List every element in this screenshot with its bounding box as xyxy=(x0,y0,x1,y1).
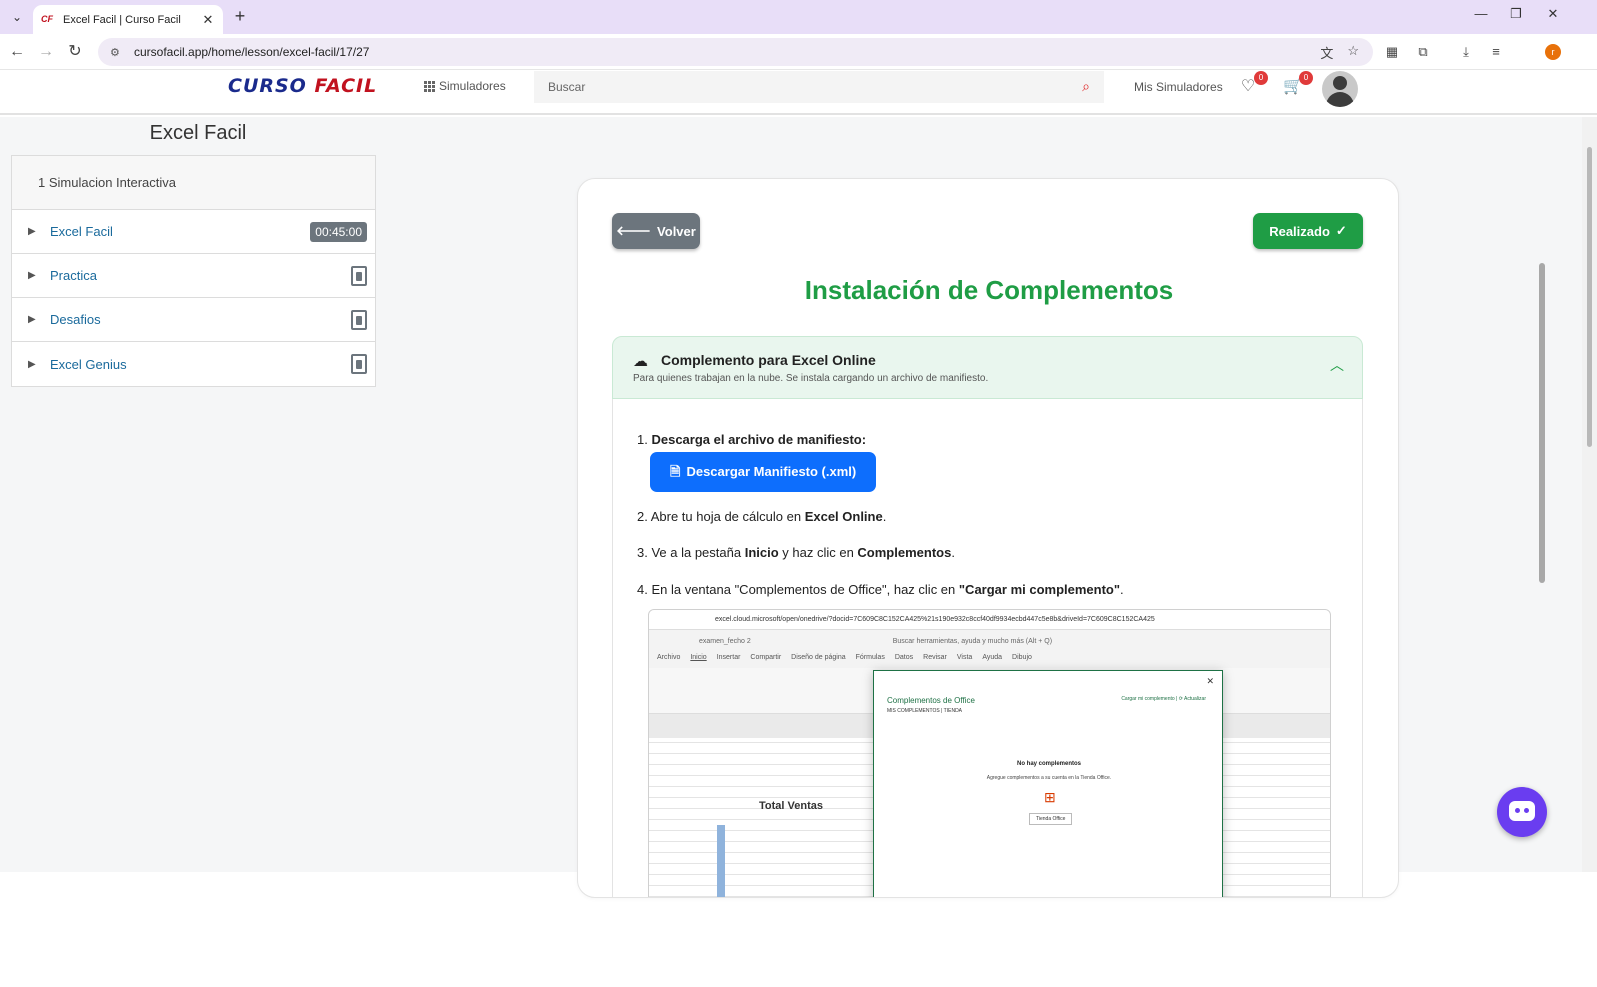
check-icon: ✓ xyxy=(1335,223,1347,238)
tab-title: Excel Facil | Curso Facil xyxy=(63,13,181,26)
screenshot-chart-bar xyxy=(717,825,725,897)
reload-icon[interactable]: ↻ xyxy=(64,41,86,63)
steps-list: 1. Descarga el archivo de manifiesto: 🗎 … xyxy=(637,431,1124,614)
step-3: 3. Ve a la pestaña Inicio y haz clic en … xyxy=(637,545,955,561)
heart-icon[interactable]: ♡ 0 xyxy=(1236,71,1268,100)
download-icon[interactable]: ⤓ xyxy=(1456,42,1476,62)
favicon-icon: CF xyxy=(41,13,53,24)
sidebar-item-practica[interactable]: ▶ Practica xyxy=(12,254,375,298)
accordion-subtitle: Para quienes trabajan en la nube. Se ins… xyxy=(633,373,989,384)
sidebar-item-label: Practica xyxy=(50,268,97,283)
lesson-sidebar: 1 Simulacion Interactiva ▶ Excel Facil 0… xyxy=(11,155,376,387)
file-icon: 🗎 xyxy=(670,464,681,480)
sidebar-item-excel-facil[interactable]: ▶ Excel Facil 00:45:00 xyxy=(12,210,375,254)
realizado-button[interactable]: Realizado ✓ xyxy=(1253,213,1363,249)
qr-code-icon[interactable]: ▦ xyxy=(1382,42,1402,62)
translate-icon[interactable]: 文 xyxy=(1320,43,1333,62)
caret-right-icon: ▶ xyxy=(28,270,36,281)
mis-simuladores-link[interactable]: Mis Simuladores xyxy=(1134,80,1223,94)
close-icon: ✕ xyxy=(1206,676,1214,686)
tab-close-icon[interactable]: ✕ xyxy=(201,12,215,28)
caret-right-icon: ▶ xyxy=(28,226,36,237)
new-tab-button[interactable]: + xyxy=(230,6,250,26)
store-icon: ⊞ xyxy=(1044,789,1056,805)
url-text: cursofacil.app/home/lesson/excel-facil/1… xyxy=(134,45,370,59)
step-4: 4. En la ventana "Complementos de Office… xyxy=(637,581,1124,597)
volver-button[interactable]: 🡐 Volver xyxy=(612,213,700,249)
tutorial-screenshot: excel.cloud.microsoft/open/onedrive/?doc… xyxy=(648,609,1331,897)
step-2: 2. Abre tu hoja de cálculo en Excel Onli… xyxy=(637,509,887,525)
document-icon xyxy=(351,309,367,330)
user-avatar[interactable] xyxy=(1322,71,1358,107)
chevron-up-icon[interactable]: ︿ xyxy=(1330,355,1344,375)
step-1: 1. Descarga el archivo de manifiesto: xyxy=(637,432,867,447)
search-icon[interactable]: ⌕ xyxy=(1082,78,1090,95)
document-icon xyxy=(351,354,367,374)
document-icon xyxy=(351,265,367,286)
search-placeholder: Buscar xyxy=(548,80,586,94)
accordion-header[interactable]: ☁ Complemento para Excel Online Para qui… xyxy=(612,336,1363,399)
browser-tab[interactable]: CF Excel Facil | Curso Facil ✕ xyxy=(33,5,223,34)
back-arrow-icon[interactable]: ← xyxy=(6,41,28,63)
browser-toolbar: ← → ↻ ⚙ cursofacil.app/home/lesson/excel… xyxy=(0,34,1597,70)
caret-right-icon: ▶ xyxy=(28,314,36,325)
page-body: Excel Facil 1 Simulacion Interactiva ▶ E… xyxy=(0,117,1597,898)
window-close-icon[interactable]: ✕ xyxy=(1538,6,1568,26)
sidebar-item-excel-genius[interactable]: ▶ Excel Genius xyxy=(12,342,375,386)
browser-tabstrip: ⌄ CF Excel Facil | Curso Facil ✕ + — ❐ ✕ xyxy=(0,0,1597,34)
page-scrollbar[interactable] xyxy=(1582,117,1597,872)
cloud-icon: ☁ xyxy=(633,353,648,370)
extensions-icon[interactable]: ⧉ xyxy=(1413,42,1433,62)
course-title: Excel Facil xyxy=(149,122,247,144)
sidebar-item-label: Desafios xyxy=(50,312,101,327)
profile-avatar[interactable]: r xyxy=(1545,44,1561,60)
lesson-card: 🡐 Volver Realizado ✓ Instalación de Comp… xyxy=(577,178,1399,898)
arrow-left-icon: 🡐 xyxy=(616,223,652,238)
content-scrollbar[interactable] xyxy=(1536,247,1548,987)
site-info-icon[interactable]: ⚙ xyxy=(110,46,124,59)
chatbot-button[interactable] xyxy=(1497,787,1547,837)
screenshot-appbar: examen_fecho 2 Buscar herramientas, ayud… xyxy=(649,630,1330,654)
site-logo[interactable]: CURSO FACIL xyxy=(228,75,377,97)
screenshot-ribbon-tabs: Archivo Inicio Insertar Compartir Diseño de … xyxy=(649,654,1330,668)
simuladores-link[interactable]: Simuladores xyxy=(424,79,506,93)
sidebar-item-label: Excel Genius xyxy=(50,356,127,372)
site-header: CURSO FACIL Simuladores Buscar ⌕ Mis Sim… xyxy=(0,71,1597,115)
cart-icon[interactable]: 🛒 0 xyxy=(1281,71,1313,100)
tab-list-chevron-icon[interactable]: ⌄ xyxy=(6,7,28,27)
grid-icon xyxy=(424,80,435,92)
forward-arrow-icon[interactable]: → xyxy=(35,41,57,63)
cart-badge: 0 xyxy=(1299,71,1313,85)
page-title: Instalación de Complementos xyxy=(804,275,1174,305)
accordion-title: Complemento para Excel Online xyxy=(661,352,876,368)
section-header[interactable]: 1 Simulacion Interactiva xyxy=(12,156,375,210)
media-control-icon[interactable]: ≡ xyxy=(1486,42,1506,62)
screenshot-office-dialog: ✕ Complementos de Office MIS COMPLEMENTO… xyxy=(873,670,1223,897)
download-manifest-button[interactable]: 🗎 Descargar Manifiesto (.xml) xyxy=(650,452,877,493)
restore-icon[interactable]: ❐ xyxy=(1501,6,1531,26)
screenshot-chart-title: Total Ventas xyxy=(759,800,823,812)
robot-icon xyxy=(1509,801,1535,821)
duration-badge: 00:45:00 xyxy=(310,221,367,242)
bookmark-star-icon[interactable]: ☆ xyxy=(1347,43,1359,62)
sidebar-item-desafios[interactable]: ▶ Desafios xyxy=(12,298,375,342)
address-bar[interactable]: ⚙ cursofacil.app/home/lesson/excel-facil… xyxy=(98,38,1373,66)
search-input[interactable]: Buscar ⌕ xyxy=(534,71,1104,103)
minimize-icon[interactable]: — xyxy=(1466,6,1496,26)
caret-right-icon: ▶ xyxy=(28,358,36,370)
screenshot-url: excel.cloud.microsoft/open/onedrive/?doc… xyxy=(649,610,1330,630)
wishlist-badge: 0 xyxy=(1254,71,1268,85)
sidebar-item-label: Excel Facil xyxy=(50,224,113,239)
